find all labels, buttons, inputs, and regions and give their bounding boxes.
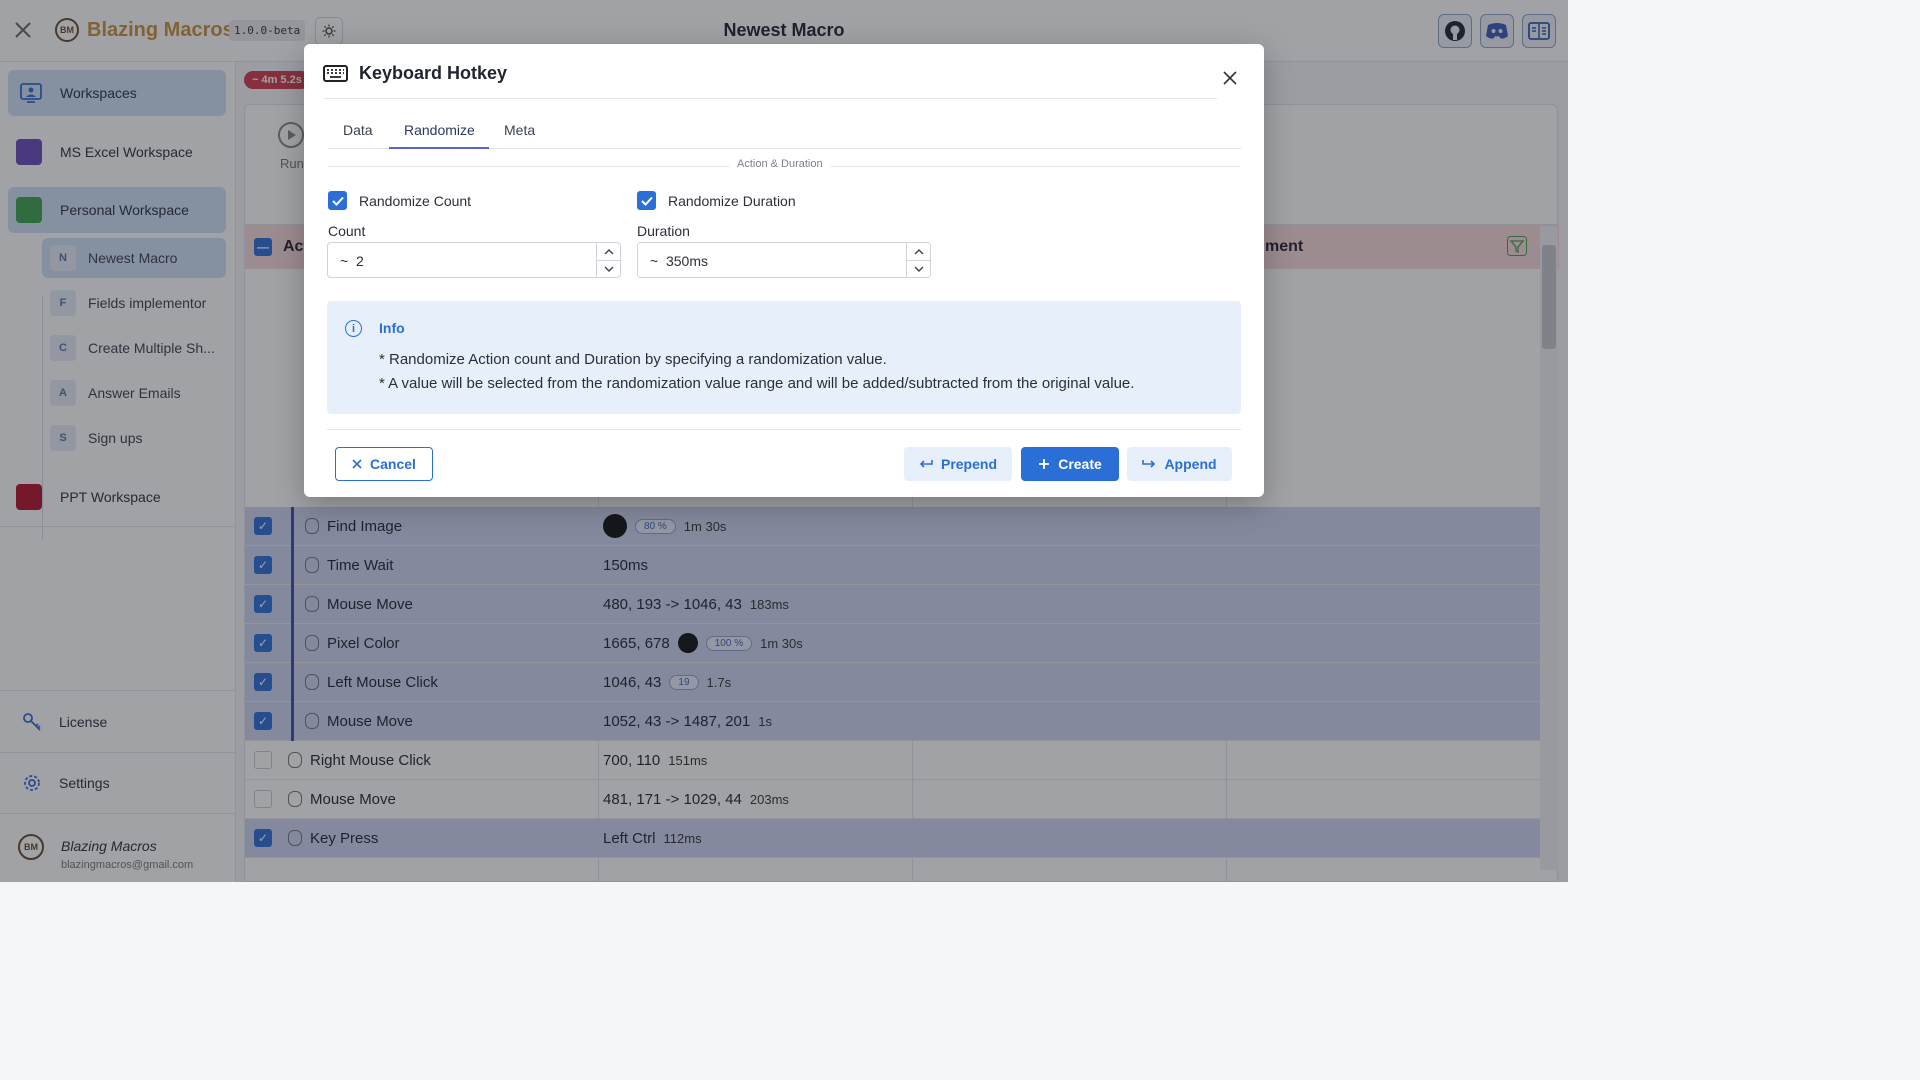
dialog-tabs: Data Randomize Meta: [328, 114, 1241, 149]
dialog-title: Keyboard Hotkey: [359, 63, 508, 83]
prepend-button[interactable]: Prepend: [904, 447, 1012, 481]
chevron-up-icon[interactable]: [914, 247, 924, 257]
keyboard-hotkey-dialog: Keyboard Hotkey Data Randomize Meta Acti…: [304, 44, 1264, 497]
close-dialog-icon[interactable]: [1222, 70, 1238, 86]
duration-stepper[interactable]: [906, 243, 931, 277]
check-icon: [640, 196, 653, 206]
tab-data[interactable]: Data: [343, 122, 373, 138]
info-title: Info: [379, 320, 405, 336]
count-value: ~ 2: [340, 253, 364, 269]
cancel-button[interactable]: Cancel: [335, 447, 433, 481]
app-root: BM Blazing Macros 1.0.0-beta Newest Macr…: [0, 0, 1568, 882]
prepend-label: Prepend: [940, 456, 997, 472]
footer-divider: [327, 429, 1241, 430]
append-label: Append: [1164, 456, 1217, 472]
close-icon: [352, 459, 362, 469]
arrow-right-icon: [1142, 460, 1156, 468]
randomize-count-checkbox[interactable]: [328, 191, 347, 210]
create-button[interactable]: Create: [1021, 447, 1119, 481]
keyboard-icon: [323, 65, 348, 82]
cancel-label: Cancel: [370, 456, 416, 472]
count-stepper[interactable]: [596, 243, 621, 277]
randomize-duration-label: Randomize Duration: [668, 193, 796, 209]
info-line: * Randomize Action count and Duration by…: [379, 351, 887, 368]
arrow-left-icon: [919, 460, 933, 468]
randomize-duration-checkbox[interactable]: [637, 191, 656, 210]
duration-label: Duration: [637, 223, 690, 239]
count-label: Count: [328, 223, 366, 239]
duration-field[interactable]: ~ 350ms: [637, 242, 931, 278]
append-button[interactable]: Append: [1127, 447, 1232, 481]
info-box: i Info * Randomize Action count and Dura…: [327, 301, 1241, 414]
randomize-count-label: Randomize Count: [359, 193, 472, 209]
duration-value: ~ 350ms: [650, 253, 708, 269]
chevron-down-icon[interactable]: [604, 264, 614, 274]
plus-icon: [1039, 459, 1050, 469]
chevron-down-icon[interactable]: [914, 264, 924, 274]
section-label: Action & Duration: [729, 158, 831, 170]
tab-randomize[interactable]: Randomize: [404, 122, 475, 138]
dialog-divider: [324, 98, 1217, 99]
info-line: * A value will be selected from the rand…: [379, 375, 1135, 392]
count-field[interactable]: ~ 2: [327, 242, 621, 278]
info-icon: i: [345, 320, 362, 337]
chevron-up-icon[interactable]: [604, 247, 614, 257]
active-tab-indicator: [389, 147, 489, 149]
check-icon: [331, 196, 344, 206]
create-label: Create: [1058, 456, 1102, 472]
tab-meta[interactable]: Meta: [504, 122, 535, 138]
